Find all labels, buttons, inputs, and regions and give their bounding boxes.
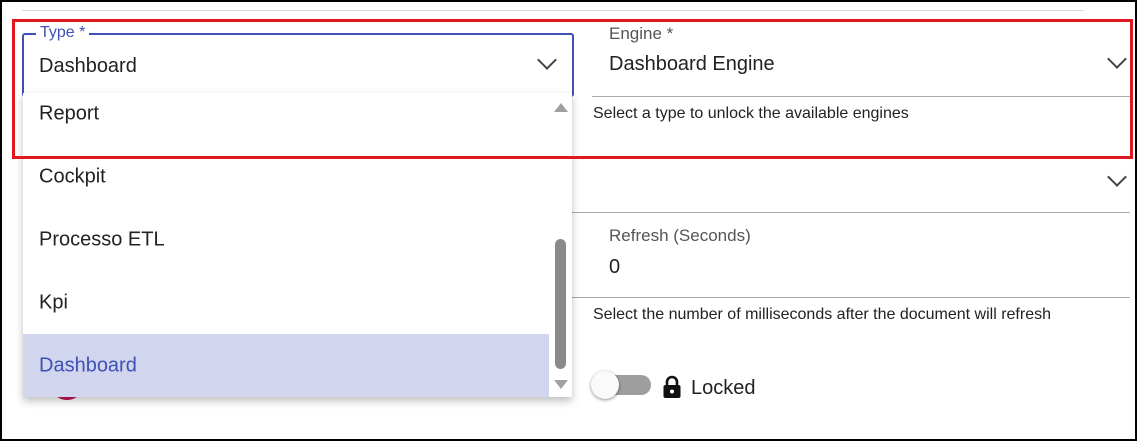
engine-select[interactable]: Dashboard Engine [609, 53, 775, 76]
lock-icon [663, 375, 681, 398]
toggle-thumb[interactable] [591, 371, 619, 399]
divider [22, 10, 1084, 11]
dropdown-option[interactable]: Kpi [23, 271, 549, 334]
refresh-input[interactable]: 0 [609, 256, 620, 279]
chevron-down-icon[interactable] [1107, 49, 1127, 69]
option-label: Processo ETL [39, 228, 165, 250]
chevron-down-icon[interactable] [537, 50, 557, 70]
chevron-down-icon[interactable] [1107, 167, 1127, 187]
engine-hint: Select a type to unlock the available en… [593, 105, 909, 122]
dropdown-option[interactable]: Report [23, 93, 549, 145]
type-select[interactable]: Type * Dashboard [22, 23, 574, 97]
scrollbar-thumb[interactable] [555, 239, 566, 369]
refresh-hint: Select the number of milliseconds after … [593, 306, 1051, 323]
engine-label: Engine * [609, 24, 674, 43]
field-underline [572, 212, 1130, 213]
dropdown-option[interactable]: Cockpit [23, 145, 549, 208]
type-dropdown-list: Report Cockpit Processo ETL Kpi Dashboar… [23, 93, 572, 397]
form-panel: Engine * Dashboard Engine Select a type … [0, 0, 1137, 441]
refresh-underline [572, 297, 1130, 298]
option-label: Report [39, 102, 100, 124]
arrow-up-icon[interactable] [554, 103, 568, 112]
refresh-label: Refresh (Seconds) [609, 226, 751, 245]
dropdown-scrollbar[interactable] [549, 93, 572, 397]
option-label: Cockpit [39, 165, 106, 187]
option-label: Dashboard [39, 354, 137, 376]
type-label: Type * [36, 23, 90, 43]
dropdown-option[interactable]: Processo ETL [23, 208, 549, 271]
option-label: Kpi [39, 291, 68, 313]
engine-underline [592, 96, 1130, 97]
arrow-down-icon[interactable] [554, 380, 568, 389]
type-selected-value: Dashboard [39, 55, 137, 77]
locked-label: Locked [691, 377, 756, 399]
dropdown-option-selected[interactable]: Dashboard [23, 334, 549, 397]
